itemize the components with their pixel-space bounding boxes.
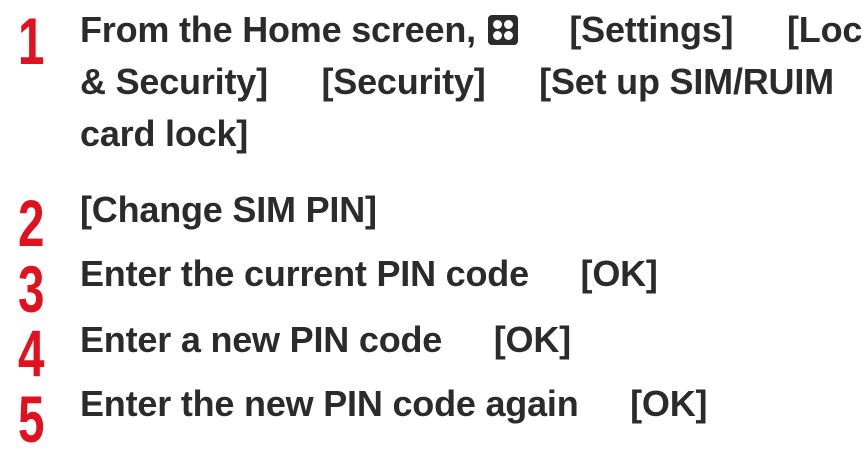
step-number: 5 [18, 382, 44, 456]
menu-item-security: [Security] [321, 61, 486, 102]
ok-action: [OK] [580, 253, 658, 294]
step-line: card lock] [80, 108, 855, 160]
step-text: Enter the current PIN code [OK] [80, 248, 855, 300]
step-number: 2 [18, 186, 44, 260]
step-line: & Security] [Security] [Set up SIM/RUIM [80, 56, 855, 108]
menu-item-lock-security-cont: & Security] [80, 61, 268, 102]
step-line: Enter the current PIN code [OK] [80, 248, 855, 300]
step-line: Enter the new PIN code again [OK] [80, 378, 855, 430]
step-line: [Change SIM PIN] [80, 184, 855, 236]
step-instruction: Enter the new PIN code again [80, 383, 579, 424]
step-text: [Change SIM PIN] [80, 184, 855, 236]
step-number: 3 [18, 252, 44, 326]
apps-icon [487, 15, 518, 45]
step-instruction: Enter a new PIN code [80, 319, 443, 360]
ok-action: [OK] [630, 383, 708, 424]
step-line: Enter a new PIN code [OK] [80, 314, 855, 366]
step-text: Enter a new PIN code [OK] [80, 314, 855, 366]
step-text: Enter the new PIN code again [OK] [80, 378, 855, 430]
step-line: From the Home screen, [Settings] [Lock [80, 4, 863, 56]
menu-item-sim-card-lock: [Set up SIM/RUIM [539, 61, 834, 102]
procedure-steps: 1 From the Home screen, [Settings] [Lock… [0, 0, 863, 456]
step-text: From the Home screen, [Settings] [Lock &… [80, 4, 863, 160]
menu-item-sim-card-lock-cont: card lock] [80, 113, 249, 154]
ok-action: [OK] [493, 319, 571, 360]
step-text-segment: From the Home screen, [80, 9, 476, 50]
menu-item-change-sim-pin: [Change SIM PIN] [80, 189, 377, 230]
step-number: 4 [18, 316, 44, 390]
menu-item-settings: [Settings] [569, 9, 734, 50]
step-number: 1 [18, 4, 44, 78]
step-instruction: Enter the current PIN code [80, 253, 529, 294]
menu-item-lock-security: [Lock [786, 9, 863, 50]
